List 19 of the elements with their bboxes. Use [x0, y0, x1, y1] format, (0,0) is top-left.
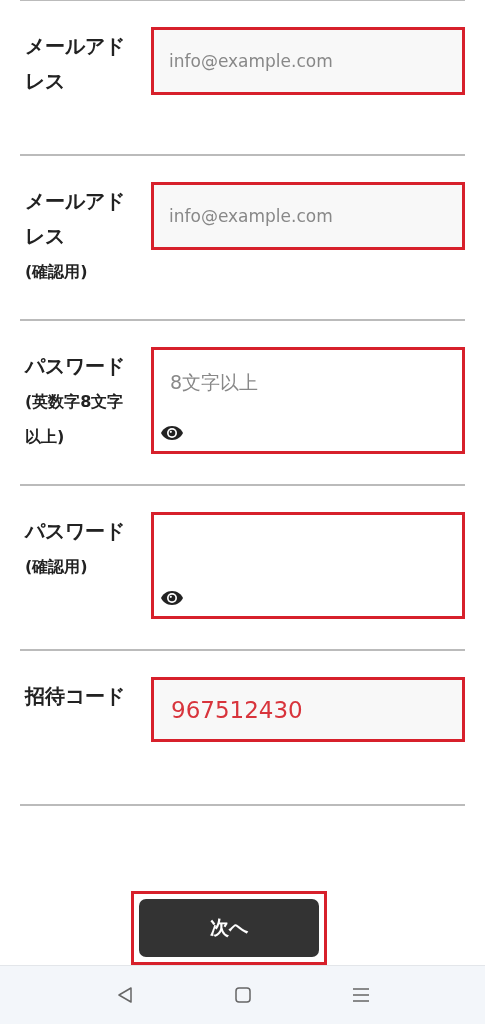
field-label: パスワード — [25, 518, 126, 545]
field-label: メールアドレス — [25, 188, 126, 250]
next-button[interactable]: 次へ — [138, 899, 319, 957]
email-field[interactable]: info@example.com — [151, 27, 465, 95]
menu-icon[interactable] — [351, 986, 370, 1004]
field-label: パスワード — [25, 353, 126, 380]
eye-icon[interactable] — [160, 590, 184, 606]
field-label: 招待コード — [25, 683, 126, 710]
email-field[interactable]: info@example.com — [151, 182, 465, 250]
password-field[interactable] — [151, 512, 465, 619]
invite-code-field[interactable]: 967512430 — [151, 677, 465, 742]
field-note: (英数字8文字以上) — [25, 391, 125, 448]
field-label: メールアドレス — [25, 33, 126, 95]
field-note: (確認用) — [25, 556, 89, 578]
field-note: (確認用) — [25, 261, 89, 283]
home-icon[interactable] — [233, 986, 252, 1004]
back-icon[interactable] — [115, 986, 134, 1004]
password-field[interactable]: 8文字以上 — [151, 347, 465, 454]
eye-icon[interactable] — [160, 425, 184, 441]
